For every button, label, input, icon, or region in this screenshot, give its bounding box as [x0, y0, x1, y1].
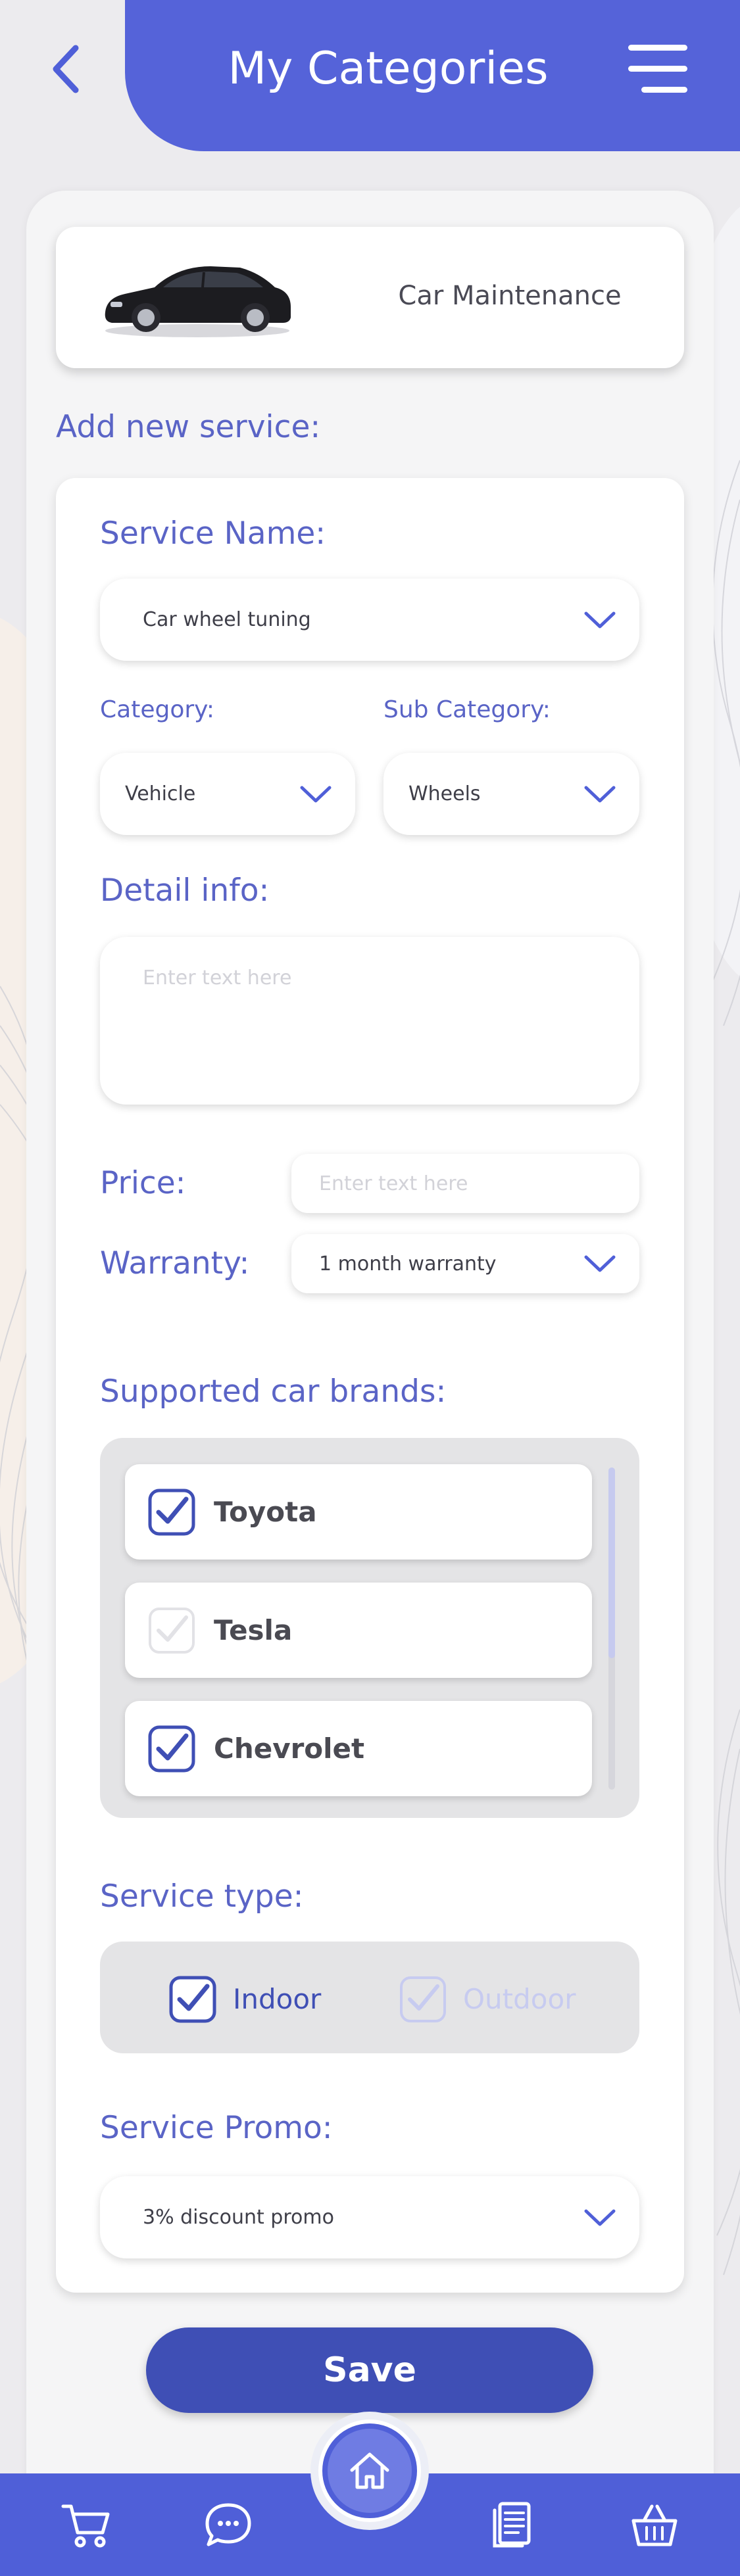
brand-item-chevrolet[interactable]: Chevrolet [125, 1701, 592, 1796]
nav-orders[interactable] [479, 2492, 545, 2558]
service-name-label: Service Name: [100, 515, 326, 552]
car-image [105, 266, 291, 337]
sub-category-label: Sub Category: [383, 696, 551, 723]
warranty-label: Warranty: [100, 1245, 250, 1281]
checkbox-checked-icon[interactable] [148, 1725, 195, 1773]
checkbox-unchecked-icon[interactable] [399, 1976, 447, 2023]
service-type-label: Service type: [100, 1878, 304, 1915]
warranty-select[interactable]: 1 month warranty [291, 1234, 639, 1293]
chevron-down-icon [584, 786, 616, 802]
price-input[interactable]: Enter text here [291, 1154, 639, 1213]
detail-info-label: Detail info: [100, 872, 270, 909]
category-select[interactable]: Vehicle [100, 753, 355, 835]
nav-chat[interactable] [195, 2492, 261, 2558]
category-label: Category: [100, 696, 214, 723]
checkbox-checked-icon[interactable] [169, 1976, 216, 2023]
chevron-down-icon [584, 1255, 616, 1272]
detail-info-textarea[interactable]: Enter text here [100, 937, 639, 1105]
service-type-outdoor[interactable]: Outdoor [399, 1974, 576, 2024]
price-placeholder: Enter text here [319, 1172, 468, 1195]
cart-icon [61, 2504, 110, 2548]
nav-basket[interactable] [622, 2492, 687, 2558]
brand-name: Toyota [214, 1496, 317, 1528]
chevron-down-icon [300, 786, 332, 802]
chevron-down-icon [584, 2209, 616, 2226]
brand-name: Chevrolet [214, 1732, 365, 1765]
service-name-value: Car wheel tuning [143, 608, 311, 631]
service-type-options: Indoor Outdoor [100, 1942, 639, 2053]
service-promo-select[interactable]: 3% discount promo [100, 2176, 639, 2258]
brands-label: Supported car brands: [100, 1373, 447, 1410]
sub-category-value: Wheels [408, 782, 481, 805]
orders-icon [493, 2502, 531, 2548]
service-promo-label: Service Promo: [100, 2110, 333, 2146]
brand-name: Tesla [214, 1614, 293, 1646]
page-title: My Categories [228, 43, 549, 95]
brands-scrollbar-thumb[interactable] [608, 1467, 615, 1658]
chevron-left-icon [53, 45, 79, 93]
section-title: Add new service: [56, 409, 321, 445]
brand-item-tesla[interactable]: Tesla [125, 1583, 592, 1678]
service-promo-value: 3% discount promo [143, 2206, 334, 2229]
checkbox-checked-icon[interactable] [148, 1489, 195, 1536]
category-card[interactable]: Car Maintenance [56, 227, 684, 368]
nav-cart[interactable] [53, 2492, 118, 2558]
basket-icon [631, 2504, 678, 2546]
service-type-option-label: Indoor [233, 1983, 322, 2015]
nav-home[interactable] [318, 2420, 421, 2522]
category-name: Car Maintenance [398, 281, 622, 311]
chevron-down-icon [584, 611, 616, 628]
chat-icon [205, 2503, 251, 2546]
service-type-option-label: Outdoor [463, 1983, 576, 2015]
menu-icon [628, 45, 687, 51]
checkbox-unchecked-icon[interactable] [148, 1607, 195, 1654]
brand-item-toyota[interactable]: Toyota [125, 1464, 592, 1560]
detail-info-placeholder: Enter text here [143, 966, 292, 990]
service-type-indoor[interactable]: Indoor [169, 1974, 321, 2024]
sub-category-select[interactable]: Wheels [383, 753, 639, 835]
save-button[interactable]: Save [146, 2327, 593, 2413]
category-value: Vehicle [125, 782, 196, 805]
home-icon [350, 2452, 389, 2489]
service-name-select[interactable]: Car wheel tuning [100, 579, 639, 661]
back-button[interactable] [39, 36, 92, 102]
brands-list[interactable]: Toyota Tesla Chevrolet [100, 1438, 639, 1818]
menu-button[interactable] [625, 39, 691, 99]
warranty-value: 1 month warranty [319, 1252, 497, 1276]
price-label: Price: [100, 1165, 186, 1201]
